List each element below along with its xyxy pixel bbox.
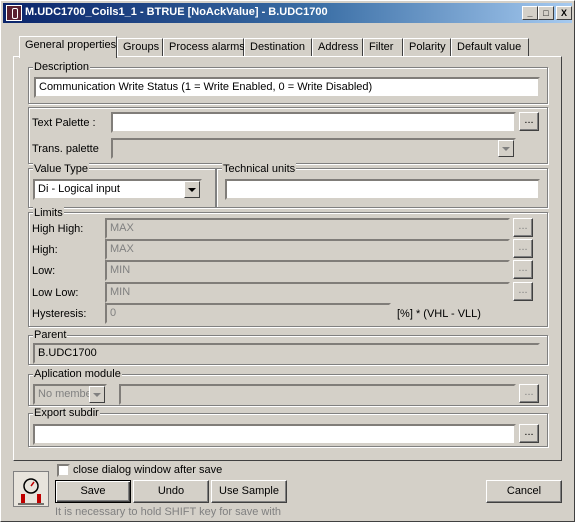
high-high-browse-button[interactable]: ... <box>513 218 533 237</box>
export-subdir-field[interactable] <box>33 424 516 445</box>
close-button[interactable]: X <box>556 6 572 20</box>
application-module-label: Aplication module <box>33 368 122 380</box>
undo-button[interactable]: Undo <box>133 480 209 503</box>
value-type-selected: Di - Logical input <box>38 183 120 195</box>
dialog-window: M.UDC1700_Coils1_1 - BTRUE [NoAckValue] … <box>0 0 575 522</box>
parent-label: Parent <box>33 329 68 341</box>
limits-label: Limits <box>33 207 64 219</box>
minimize-button[interactable]: _ <box>522 6 538 20</box>
low-label: Low: <box>32 265 56 277</box>
trans-palette-select <box>111 138 516 159</box>
export-subdir-browse-button[interactable]: ... <box>519 424 539 443</box>
tab-general-properties[interactable]: General properties <box>19 36 117 58</box>
value-type-select[interactable]: Di - Logical input <box>33 179 202 200</box>
low-low-browse-button[interactable]: ... <box>513 282 533 301</box>
trans-palette-label: Trans. palette <box>32 143 99 155</box>
high-high-field: MAX <box>105 218 510 239</box>
technical-units-label: Technical units <box>222 163 297 175</box>
chevron-down-icon <box>89 386 105 403</box>
high-browse-button[interactable]: ... <box>513 239 533 258</box>
title-bar[interactable]: M.UDC1700_Coils1_1 - BTRUE [NoAckValue] … <box>3 3 572 23</box>
app-icon <box>6 5 22 21</box>
tab-polarity[interactable]: Polarity <box>403 38 451 57</box>
application-module-selected: No member <box>38 388 96 400</box>
close-after-save-label: close dialog window after save <box>73 464 223 476</box>
application-module-field <box>119 384 516 405</box>
hysteresis-unit: [%] * (VHL - VLL) <box>397 308 481 320</box>
tab-filter[interactable]: Filter <box>363 38 403 57</box>
low-field: MIN <box>105 260 510 281</box>
tab-groups[interactable]: Groups <box>117 38 163 57</box>
description-field[interactable]: Communication Write Status (1 = Write En… <box>34 77 540 98</box>
low-browse-button[interactable]: ... <box>513 260 533 279</box>
close-after-save-checkbox[interactable] <box>57 464 70 477</box>
high-label: High: <box>32 244 58 256</box>
text-palette-field[interactable] <box>111 112 516 133</box>
use-sample-button[interactable]: Use Sample <box>211 480 287 503</box>
tab-destination[interactable]: Destination <box>244 38 312 57</box>
tab-process-alarms[interactable]: Process alarms <box>163 38 245 57</box>
window-title: M.UDC1700_Coils1_1 - BTRUE [NoAckValue] … <box>25 6 328 18</box>
text-palette-label: Text Palette : <box>32 117 96 129</box>
chevron-down-icon <box>498 140 514 157</box>
tab-default-value[interactable]: Default value <box>451 38 529 57</box>
shift-hint: It is necessary to hold SHIFT key for sa… <box>55 506 281 518</box>
low-low-field: MIN <box>105 282 510 303</box>
description-label: Description <box>33 61 91 73</box>
application-module-select: No member <box>33 384 107 405</box>
parent-field: B.UDC1700 <box>33 343 540 364</box>
hysteresis-field: 0 <box>105 303 391 324</box>
low-low-label: Low Low: <box>32 287 79 299</box>
cancel-button[interactable]: Cancel <box>486 480 562 503</box>
save-status-icon <box>13 471 49 507</box>
maximize-button[interactable]: □ <box>538 6 554 20</box>
technical-units-field[interactable] <box>225 179 540 200</box>
tab-address[interactable]: Address <box>312 38 363 57</box>
value-type-label: Value Type <box>33 163 90 175</box>
application-module-browse-button[interactable]: ... <box>519 384 539 403</box>
export-subdir-label: Export subdir <box>33 407 100 419</box>
chevron-down-icon[interactable] <box>184 181 200 198</box>
hysteresis-label: Hysteresis: <box>32 308 87 320</box>
save-button[interactable]: Save <box>55 480 131 503</box>
high-field: MAX <box>105 239 510 260</box>
text-palette-browse-button[interactable]: ... <box>519 112 539 131</box>
high-high-label: High High: <box>32 223 84 235</box>
